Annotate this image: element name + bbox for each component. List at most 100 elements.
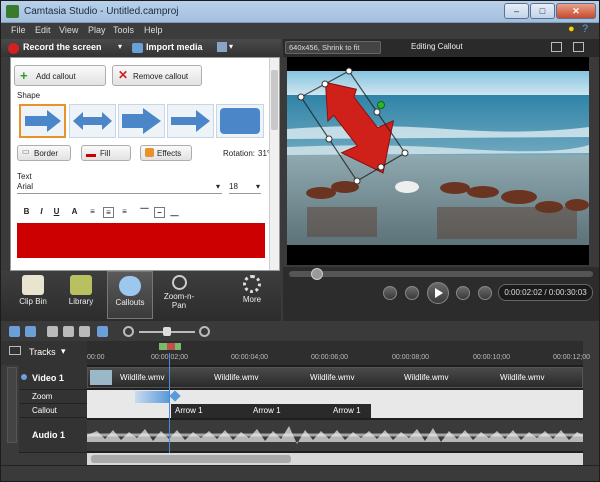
selection-end-marker[interactable] (167, 343, 175, 350)
preview-size-select[interactable]: 640x456, Shrink to fit (285, 41, 381, 54)
align-left-icon[interactable]: ≡ (87, 207, 98, 218)
redo-icon[interactable] (25, 326, 36, 337)
record-dropdown-icon[interactable]: ▾ (118, 42, 122, 51)
timeline-horizontal-scrollbar[interactable] (87, 453, 583, 465)
import-media-button[interactable]: Import media (146, 42, 203, 52)
valign-middle-icon[interactable]: – (154, 207, 165, 218)
menu-edit[interactable]: Edit (35, 25, 51, 35)
track-group-collapse[interactable] (7, 367, 17, 443)
fill-button[interactable]: Fill (81, 145, 131, 161)
shape-rectangle[interactable] (216, 104, 264, 138)
font-size-value: 18 (229, 182, 238, 191)
zoom-keyframe[interactable] (169, 390, 181, 402)
panel-scrollbar[interactable] (269, 58, 279, 270)
timeline-vertical-scrollbar[interactable] (583, 365, 599, 453)
tips-icon[interactable]: ● (568, 23, 575, 35)
shape-arrow-bold[interactable] (118, 104, 165, 138)
fill-label: Fill (100, 149, 111, 158)
play-button[interactable] (427, 282, 449, 304)
split-icon[interactable] (97, 326, 108, 337)
timeline-ruler[interactable]: 00:00 00:00:02;00 00:00:04;00 00:00:06;0… (87, 341, 590, 365)
minimize-button[interactable]: – (504, 3, 529, 19)
video-clip[interactable]: Wildlife.wmv Wildlife.wmv Wildlife.wmv W… (87, 367, 583, 388)
maximize-button[interactable]: □ (530, 3, 555, 19)
rewind-button[interactable] (405, 286, 419, 300)
copy-icon[interactable] (63, 326, 74, 337)
tab-more[interactable]: More (227, 271, 277, 319)
menu-tools[interactable]: Tools (113, 25, 134, 35)
shape-arrow-double[interactable] (69, 104, 116, 138)
menu-play[interactable]: Play (88, 25, 106, 35)
scrubber-thumb[interactable] (311, 268, 323, 280)
tab-clip-bin-label: Clip Bin (19, 297, 47, 306)
audio-waveform[interactable] (87, 418, 583, 453)
remove-callout-button[interactable]: ✕ Remove callout (112, 65, 202, 86)
main-toolbar: Record the screen ▾ Import media ▾ (1, 39, 281, 57)
produce-dropdown-icon[interactable]: ▾ (229, 42, 233, 51)
tab-zoom-n-pan[interactable]: Zoom-n- Pan (155, 271, 203, 319)
tracks-label[interactable]: Tracks (29, 347, 56, 357)
detach-icon[interactable] (573, 42, 584, 52)
record-screen-button[interactable]: Record the screen (23, 42, 102, 52)
tab-library[interactable]: Library (57, 271, 105, 319)
timeline-zoom-slider[interactable] (139, 327, 195, 336)
scrollbar-thumb[interactable] (91, 455, 291, 463)
track-visible-icon[interactable] (21, 374, 27, 380)
menu-view[interactable]: View (59, 25, 78, 35)
align-right-icon[interactable]: ≡ (119, 207, 130, 218)
app-window: Camtasia Studio - Untitled.camproj – □ ✕… (0, 0, 600, 482)
add-callout-button[interactable]: + Add callout (14, 65, 106, 86)
track-header-audio[interactable]: Audio 1 (19, 418, 87, 453)
menu-file[interactable]: File (11, 25, 26, 35)
scrollbar-thumb[interactable] (271, 70, 278, 130)
zoom-clip[interactable] (135, 391, 169, 403)
bold-button[interactable]: B (21, 207, 32, 218)
tab-clip-bin[interactable]: Clip Bin (9, 271, 57, 319)
cut-icon[interactable] (47, 326, 58, 337)
callout-text-area[interactable] (17, 223, 265, 258)
font-select[interactable]: Arial ▾ (17, 182, 222, 194)
effects-button[interactable]: Effects (140, 145, 192, 161)
valign-top-icon[interactable]: ⎺ (139, 207, 150, 218)
menu-bar: File Edit View Play Tools Help ● ? (1, 23, 599, 39)
zoom-slider-thumb[interactable] (163, 327, 171, 336)
zoom-out-icon[interactable] (123, 326, 134, 337)
menu-help[interactable]: Help (144, 25, 163, 35)
track-header-video[interactable]: Video 1 (19, 365, 87, 390)
skip-back-button[interactable] (383, 286, 397, 300)
arrow-thin-icon (171, 110, 210, 132)
undo-icon[interactable] (9, 326, 20, 337)
border-icon: ▭ (22, 147, 30, 156)
italic-button[interactable]: I (36, 207, 47, 218)
align-center-icon[interactable]: ≡ (103, 207, 114, 218)
underline-button[interactable]: U (51, 207, 62, 218)
skip-forward-button[interactable] (478, 286, 492, 300)
paste-icon[interactable] (79, 326, 90, 337)
tab-callouts[interactable]: Callouts (107, 271, 153, 319)
audio-lane (87, 418, 583, 453)
produce-icon[interactable] (217, 42, 227, 52)
track-header-zoom[interactable]: Zoom (19, 390, 87, 404)
video-preview[interactable] (287, 57, 589, 265)
close-button[interactable]: ✕ (556, 3, 596, 19)
font-size-select[interactable]: 18 ▾ (229, 182, 261, 194)
border-button[interactable]: ▭ Border (17, 145, 71, 161)
ruler-tick: 00:00:06;00 (311, 354, 348, 361)
callout-clip[interactable]: Arrow 1 Arrow 1 Arrow 1 (171, 404, 371, 418)
effects-icon (145, 148, 154, 157)
valign-bottom-icon[interactable]: ⎽ (169, 207, 180, 218)
track-header-callout[interactable]: Callout (19, 404, 87, 418)
fullscreen-icon[interactable] (551, 42, 562, 52)
add-icon: + (20, 68, 28, 83)
fast-forward-button[interactable] (456, 286, 470, 300)
shape-arrow-right[interactable] (19, 104, 66, 138)
help-icon[interactable]: ? (582, 23, 588, 35)
playback-scrubber[interactable] (289, 268, 593, 280)
text-color-button[interactable]: A (69, 207, 80, 218)
preview-size-value: 640x456, Shrink to fit (289, 43, 360, 52)
arrow-bold-icon (122, 108, 161, 134)
zoom-in-icon[interactable] (199, 326, 210, 337)
shape-arrow-thin[interactable] (167, 104, 214, 138)
playhead[interactable] (169, 353, 170, 453)
chevron-down-icon[interactable]: ▾ (61, 346, 66, 357)
